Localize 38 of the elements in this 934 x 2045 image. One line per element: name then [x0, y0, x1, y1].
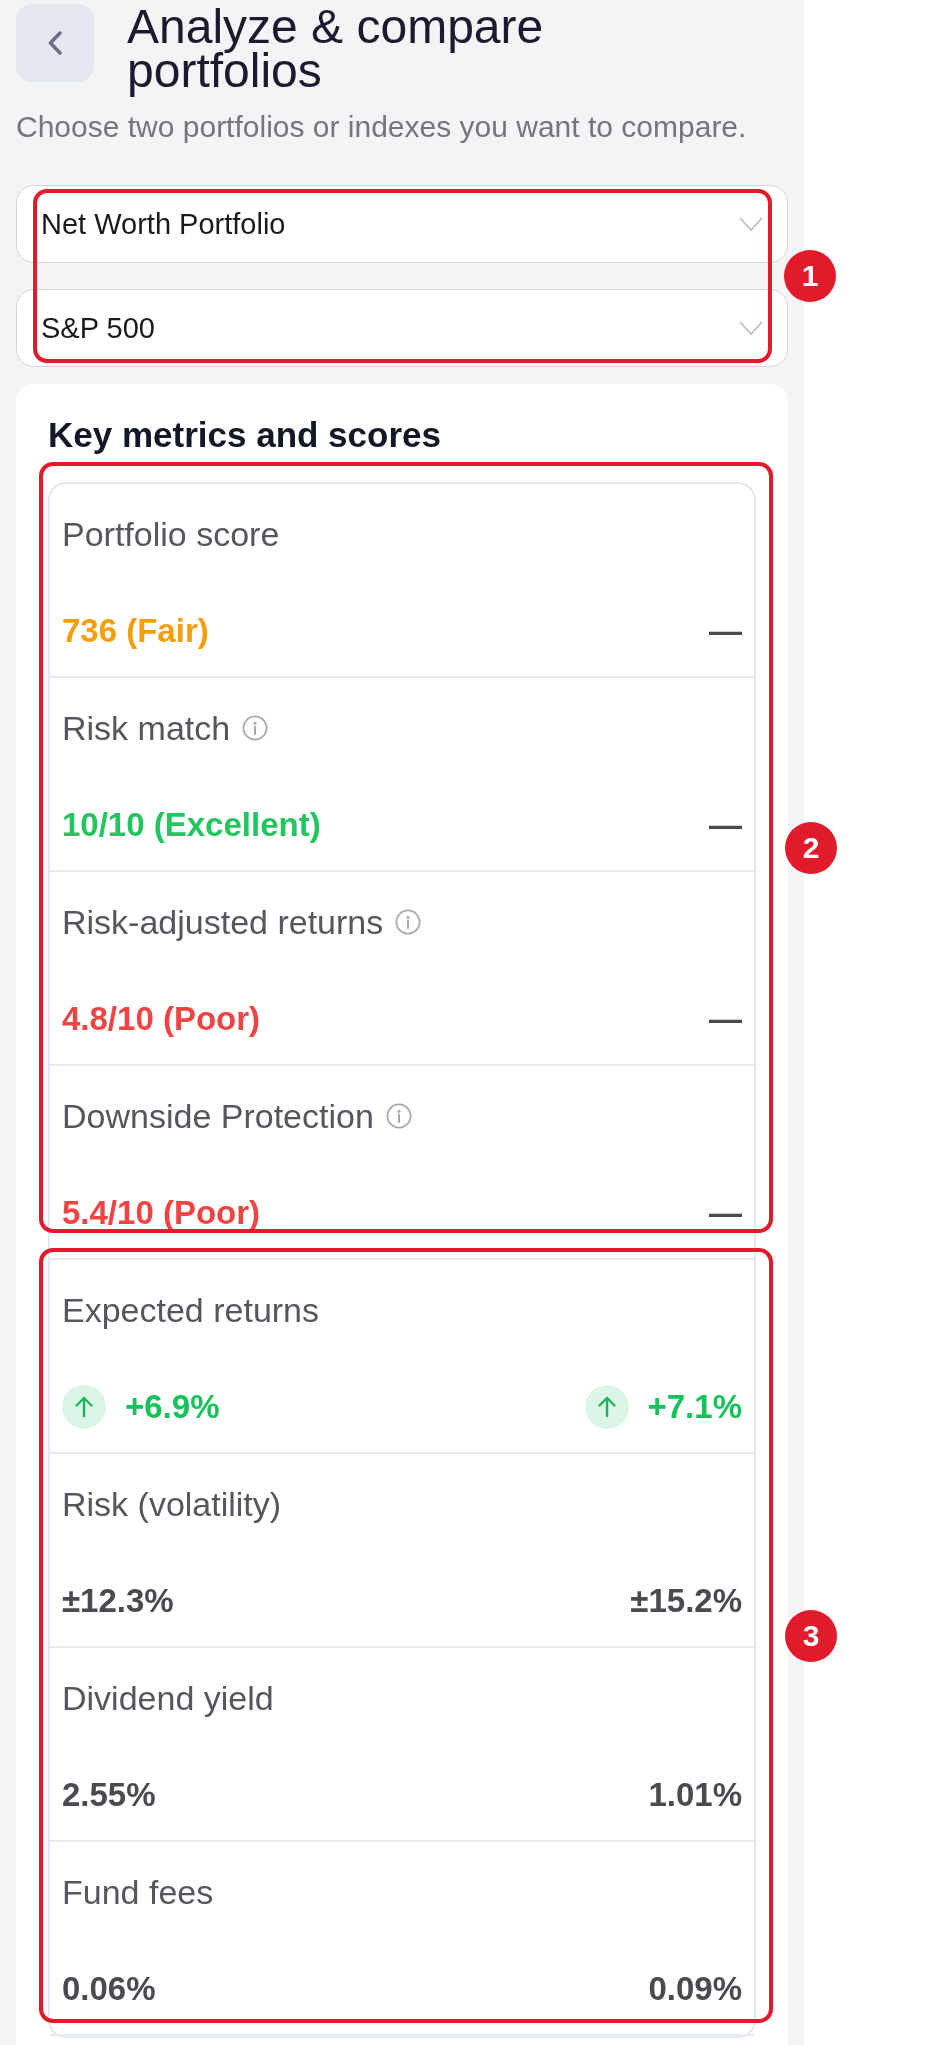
- metric-label: Fund fees: [62, 1872, 214, 1912]
- section-heading: Key metrics and scores: [48, 414, 442, 456]
- info-icon[interactable]: [395, 909, 422, 935]
- portfolio-dropdown[interactable]: Net Worth Portfolio: [16, 185, 788, 263]
- metric-value: 4.8/10 (Poor): [62, 999, 261, 1039]
- metric-value: +6.9%: [125, 1387, 220, 1427]
- metric-value: 10/10 (Excellent): [62, 805, 321, 845]
- metric-label: Risk (volatility): [62, 1484, 282, 1524]
- metric-value: ±12.3%: [62, 1581, 174, 1621]
- callout-number: 1: [784, 250, 836, 302]
- metric-value: 0.09%: [648, 1969, 742, 2009]
- metric-value: —: [709, 999, 742, 1039]
- metric-label: Portfolio score: [62, 514, 280, 554]
- metric-value: +7.1%: [647, 1387, 742, 1427]
- callout-number: 2: [785, 821, 837, 874]
- metric-value: —: [709, 1193, 742, 1233]
- metric-label: Risk-adjusted returns: [62, 902, 384, 942]
- chevron-left-icon: [48, 31, 62, 55]
- info-icon[interactable]: [385, 1103, 412, 1129]
- metric-label: Expected returns: [62, 1290, 320, 1330]
- chevron-down-icon: [739, 321, 763, 335]
- callout-number: 3: [785, 1609, 837, 1662]
- metric-value: 1.01%: [648, 1775, 742, 1815]
- info-icon[interactable]: [242, 715, 269, 741]
- metric-value: 0.06%: [62, 1969, 156, 2009]
- portfolio-dropdown[interactable]: S&P 500: [16, 289, 788, 367]
- metric-value: 2.55%: [62, 1775, 156, 1815]
- metric-value: —: [709, 611, 742, 651]
- metric-label: Downside Protection: [62, 1096, 374, 1136]
- metric-label: Risk match: [62, 708, 231, 748]
- metric-value: —: [709, 805, 742, 845]
- chevron-down-icon: [739, 217, 763, 231]
- metric-label: Dividend yield: [62, 1678, 274, 1718]
- metric-value: 5.4/10 (Poor): [62, 1193, 261, 1233]
- page-subtitle: Choose two portfolios or indexes you want to compare.: [16, 109, 748, 145]
- metric-value: ±15.2%: [630, 1581, 742, 1621]
- metric-value: 736 (Fair): [62, 611, 209, 651]
- back-button[interactable]: [16, 4, 94, 82]
